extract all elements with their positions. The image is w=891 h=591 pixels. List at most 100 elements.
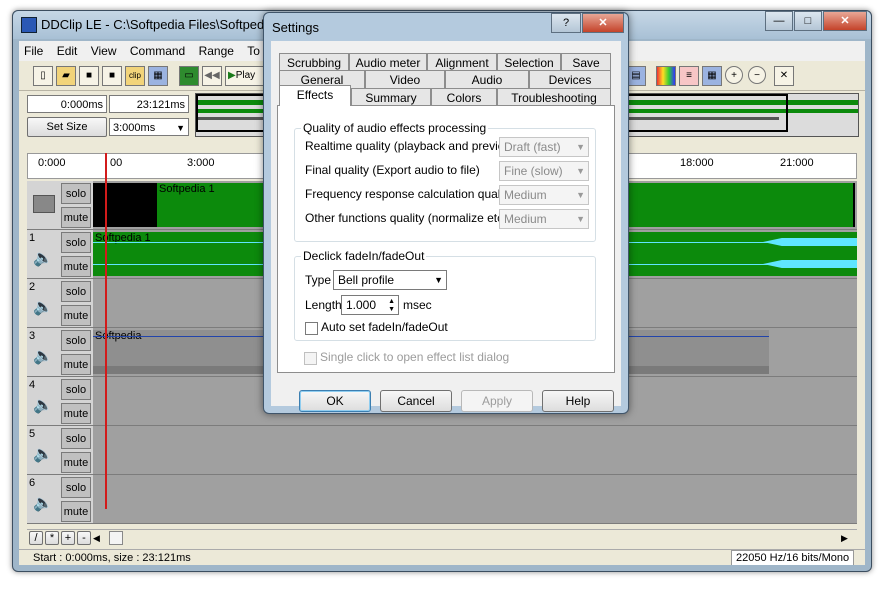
speaker-icon[interactable]: 🔈 [33, 248, 53, 268]
save-icon[interactable]: ■ [79, 66, 99, 86]
help-button[interactable]: Help [542, 390, 614, 412]
tab-audio[interactable]: Audio [445, 70, 529, 88]
track-tool-button[interactable]: * [45, 531, 59, 545]
tools-icon[interactable]: ✕ [774, 66, 794, 86]
solo-button[interactable]: solo [61, 183, 91, 204]
menu-to[interactable]: To [242, 41, 265, 61]
scroll-left-icon[interactable]: ◀ [93, 531, 105, 545]
tab-effects[interactable]: Effects [279, 85, 351, 106]
tab-summary[interactable]: Summary [351, 88, 431, 106]
open-icon[interactable]: ▰ [56, 66, 76, 86]
tile-icon[interactable]: ▦ [702, 66, 722, 86]
time-panel: 0:000ms 23:121ms Set Size 3:000ms ▼ [19, 93, 194, 147]
add-track-button[interactable]: + [61, 531, 75, 545]
ok-button[interactable]: OK [299, 390, 371, 412]
solo-button[interactable]: solo [61, 281, 91, 302]
tab-devices[interactable]: Devices [529, 70, 611, 88]
audio-track-6: 6 🔈 solo mute [27, 475, 857, 524]
menu-command[interactable]: Command [125, 41, 190, 61]
size-select-value: 3:000ms [113, 122, 156, 134]
speaker-icon[interactable]: 🔈 [33, 444, 53, 464]
tab-selection[interactable]: Selection [497, 53, 561, 71]
track-tool-button[interactable]: / [29, 531, 43, 545]
record-icon[interactable]: ▭ [179, 66, 199, 86]
mute-button[interactable]: mute [61, 452, 91, 473]
tab-audio-meter[interactable]: Audio meter [349, 53, 427, 71]
maximize-button[interactable]: □ [794, 11, 822, 31]
final-quality-value: Fine (slow) [504, 164, 563, 178]
levels-icon[interactable]: ≡ [679, 66, 699, 86]
status-bar: Start : 0:000ms, size : 23:121ms 22050 H… [19, 549, 865, 565]
menu-edit[interactable]: Edit [52, 41, 83, 61]
solo-button[interactable]: solo [61, 379, 91, 400]
status-range: Start : 0:000ms, size : 23:121ms [33, 552, 191, 564]
tab-scrubbing[interactable]: Scrubbing [279, 53, 349, 71]
tab-alignment[interactable]: Alignment [427, 53, 497, 71]
frequency-quality-label: Frequency response calculation quality [305, 187, 513, 201]
waveform-burst [763, 238, 857, 246]
color-bars-icon[interactable] [656, 66, 676, 86]
cancel-button[interactable]: Cancel [380, 390, 452, 412]
track-header: 1 🔈 solo mute [27, 230, 93, 278]
tab-save[interactable]: Save [561, 53, 611, 71]
set-size-button[interactable]: Set Size [27, 117, 107, 137]
single-click-checkbox [304, 352, 317, 365]
solo-button[interactable]: solo [61, 477, 91, 498]
scroll-thumb[interactable] [109, 531, 123, 545]
end-time-field[interactable]: 23:121ms [109, 95, 189, 113]
speaker-icon[interactable]: 🔈 [33, 297, 53, 317]
mute-button[interactable]: mute [61, 305, 91, 326]
playhead-cursor[interactable] [105, 153, 107, 509]
tab-video[interactable]: Video [365, 70, 445, 88]
auto-fade-checkbox[interactable] [305, 322, 318, 335]
close-button[interactable]: ✕ [823, 11, 867, 31]
save-as-icon[interactable]: ■ [102, 66, 122, 86]
scroll-right-icon[interactable]: ▶ [841, 531, 853, 545]
zoom-out-icon[interactable]: − [748, 66, 766, 84]
clip-icon[interactable]: clip [125, 66, 145, 86]
spinner-arrows-icon[interactable]: ▲ ▼ [388, 298, 395, 314]
mute-button[interactable]: mute [61, 403, 91, 424]
speaker-icon[interactable]: 🔈 [33, 346, 53, 366]
waveform-burst [763, 260, 857, 268]
menu-view[interactable]: View [86, 41, 122, 61]
video-thumbnail [93, 183, 157, 227]
mute-button[interactable]: mute [61, 354, 91, 375]
track-number: 1 [29, 232, 36, 244]
tab-troubleshooting[interactable]: Troubleshooting [497, 88, 611, 106]
remove-track-button[interactable]: - [77, 531, 91, 545]
auto-fade-label: Auto set fadeIn/fadeOut [321, 320, 448, 334]
mute-button[interactable]: mute [61, 207, 91, 228]
help-icon[interactable]: ? [551, 13, 581, 33]
track-lane[interactable] [93, 426, 857, 474]
solo-button[interactable]: solo [61, 330, 91, 351]
type-select[interactable]: Bell profile ▼ [333, 270, 447, 290]
effects-page: Quality of audio effects processing Real… [277, 105, 615, 373]
film-icon[interactable]: ▦ [148, 66, 168, 86]
speaker-icon[interactable]: 🔈 [33, 493, 53, 513]
frequency-quality-value: Medium [504, 188, 547, 202]
new-icon[interactable]: ▯ [33, 66, 53, 86]
start-time-field[interactable]: 0:000ms [27, 95, 107, 113]
tab-colors[interactable]: Colors [431, 88, 497, 106]
menu-file[interactable]: File [19, 41, 48, 61]
chevron-down-icon: ▼ [576, 142, 585, 152]
rewind-icon[interactable]: ◀◀ [202, 66, 222, 86]
solo-button[interactable]: solo [61, 232, 91, 253]
dialog-close-button[interactable]: ✕ [582, 13, 624, 33]
horizontal-scrollbar[interactable]: / * + - ◀ ▶ [27, 529, 857, 547]
track-lane[interactable] [93, 475, 857, 523]
declick-group: Declick fadeIn/fadeOut Type Bell profile… [294, 249, 596, 341]
ruler-tick: 00 [110, 157, 123, 169]
mute-button[interactable]: mute [61, 256, 91, 277]
grid-icon[interactable]: ▤ [626, 66, 646, 86]
size-select[interactable]: 3:000ms ▼ [109, 118, 189, 136]
zoom-in-icon[interactable]: + [725, 66, 743, 84]
minimize-button[interactable]: — [765, 11, 793, 31]
menu-range[interactable]: Range [194, 41, 239, 61]
mute-button[interactable]: mute [61, 501, 91, 522]
speaker-icon[interactable]: 🔈 [33, 395, 53, 415]
length-spinner[interactable]: 1.000 ▲ ▼ [341, 295, 399, 315]
solo-button[interactable]: solo [61, 428, 91, 449]
single-click-label: Single click to open effect list dialog [320, 350, 510, 364]
